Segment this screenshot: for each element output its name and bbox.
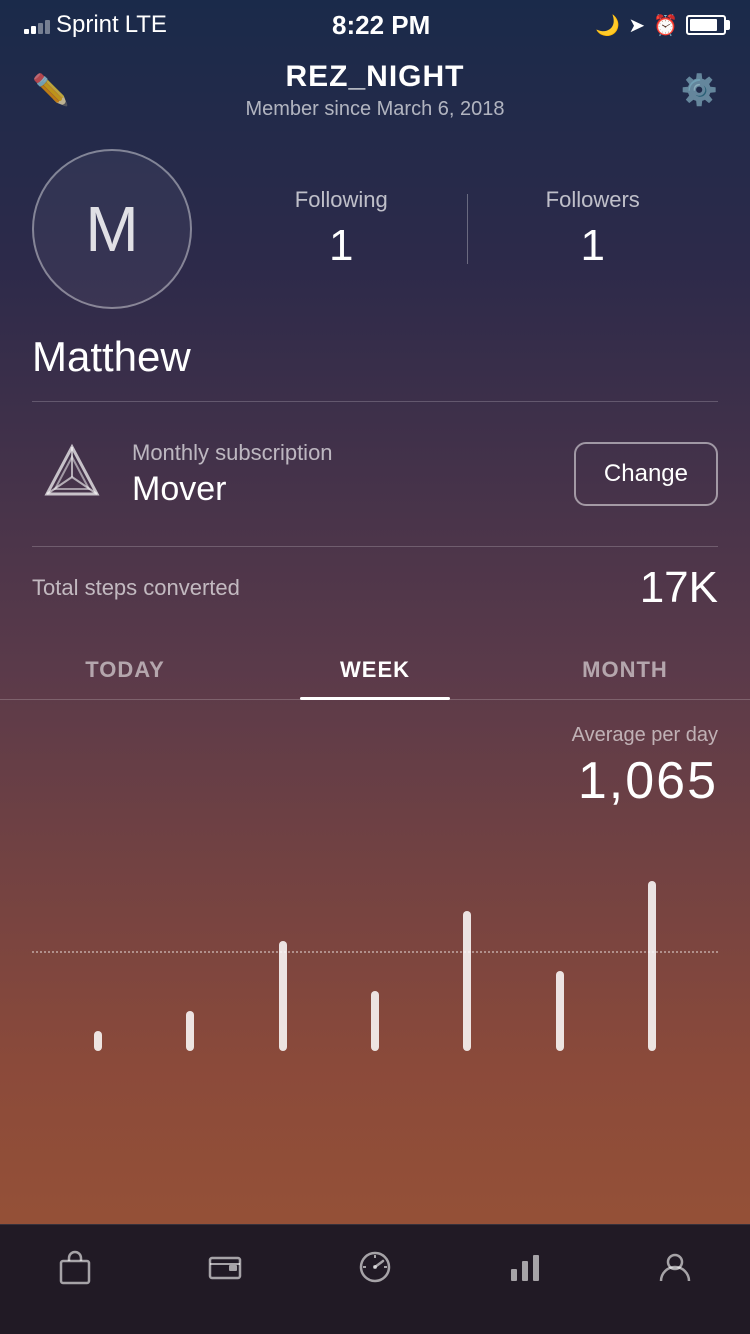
status-time: 8:22 PM <box>332 10 430 41</box>
profile-section: M Following 1 Followers 1 <box>0 129 750 325</box>
status-bar: Sprint LTE 8:22 PM 🌙 ➤ ⏰ <box>0 0 750 44</box>
followers-label: Followers <box>468 187 719 213</box>
status-left: Sprint LTE <box>24 11 167 39</box>
avg-per-day-value: 1,065 <box>32 751 718 811</box>
period-tabs: TODAY WEEK MONTH <box>0 637 750 700</box>
steps-label: Total steps converted <box>32 575 240 601</box>
dashboard-icon <box>357 1249 393 1294</box>
chart-bar-1 <box>94 1031 102 1051</box>
steps-value: 17K <box>640 563 718 613</box>
status-right: 🌙 ➤ ⏰ <box>595 13 726 38</box>
header-center: REZ_NIGHT Member since March 6, 2018 <box>245 60 504 121</box>
subscription-label: Monthly subscription <box>132 440 554 466</box>
following-stat[interactable]: Following 1 <box>216 187 467 271</box>
signal-bar-1 <box>24 29 29 34</box>
chart-area <box>32 851 718 1051</box>
profile-header: ✏️ REZ_NIGHT Member since March 6, 2018 … <box>0 44 750 129</box>
mover-logo-svg <box>37 439 107 509</box>
wallet-icon <box>207 1249 243 1294</box>
subscription-info: Monthly subscription Mover <box>132 440 554 509</box>
steps-section: Total steps converted 17K <box>0 547 750 637</box>
subscription-section: Monthly subscription Mover Change <box>0 402 750 546</box>
location-icon: ➤ <box>628 13 645 38</box>
avatar-letter: M <box>85 192 138 266</box>
signal-bar-4 <box>45 20 50 34</box>
avg-per-day-label: Average per day <box>32 724 718 747</box>
change-subscription-button[interactable]: Change <box>574 442 718 506</box>
signal-bar-2 <box>31 26 36 34</box>
shop-icon <box>57 1249 93 1294</box>
tab-today[interactable]: TODAY <box>0 637 250 699</box>
tab-month[interactable]: MONTH <box>500 637 750 699</box>
following-label: Following <box>216 187 467 213</box>
chart-bar-2 <box>186 1011 194 1051</box>
nav-stats[interactable] <box>491 1241 559 1302</box>
nav-shop[interactable] <box>41 1241 109 1302</box>
user-display-name: Matthew <box>0 325 750 401</box>
network-type: LTE <box>125 11 167 39</box>
avatar: M <box>32 149 192 309</box>
tab-week[interactable]: WEEK <box>250 637 500 699</box>
following-value: 1 <box>216 221 467 271</box>
chart-bar-7 <box>648 881 656 1051</box>
alarm-icon: ⏰ <box>653 13 678 38</box>
stats-icon <box>507 1249 543 1294</box>
signal-bars <box>24 16 50 34</box>
followers-stat[interactable]: Followers 1 <box>468 187 719 271</box>
subscription-tier: Mover <box>132 470 554 509</box>
settings-icon[interactable]: ⚙️ <box>681 73 718 108</box>
chart-bars <box>32 851 718 1051</box>
member-since-label: Member since March 6, 2018 <box>245 98 504 121</box>
chart-bar-5 <box>463 911 471 1051</box>
subscription-icon <box>32 434 112 514</box>
chart-bar-6 <box>556 971 564 1051</box>
nav-dashboard[interactable] <box>341 1241 409 1302</box>
battery-indicator <box>686 15 726 35</box>
chart-bar-3 <box>279 941 287 1051</box>
profile-icon <box>657 1249 693 1294</box>
nav-profile[interactable] <box>641 1241 709 1302</box>
username-label: REZ_NIGHT <box>245 60 504 94</box>
moon-icon: 🌙 <box>595 13 620 38</box>
edit-icon[interactable]: ✏️ <box>32 73 69 108</box>
carrier-name: Sprint <box>56 11 119 39</box>
bottom-navigation <box>0 1224 750 1334</box>
chart-section: Average per day 1,065 <box>0 700 750 1051</box>
signal-bar-3 <box>38 23 43 34</box>
battery-fill <box>690 19 717 31</box>
stats-section: Following 1 Followers 1 <box>216 187 718 271</box>
chart-bar-4 <box>371 991 379 1051</box>
followers-value: 1 <box>468 221 719 271</box>
nav-wallet[interactable] <box>191 1241 259 1302</box>
